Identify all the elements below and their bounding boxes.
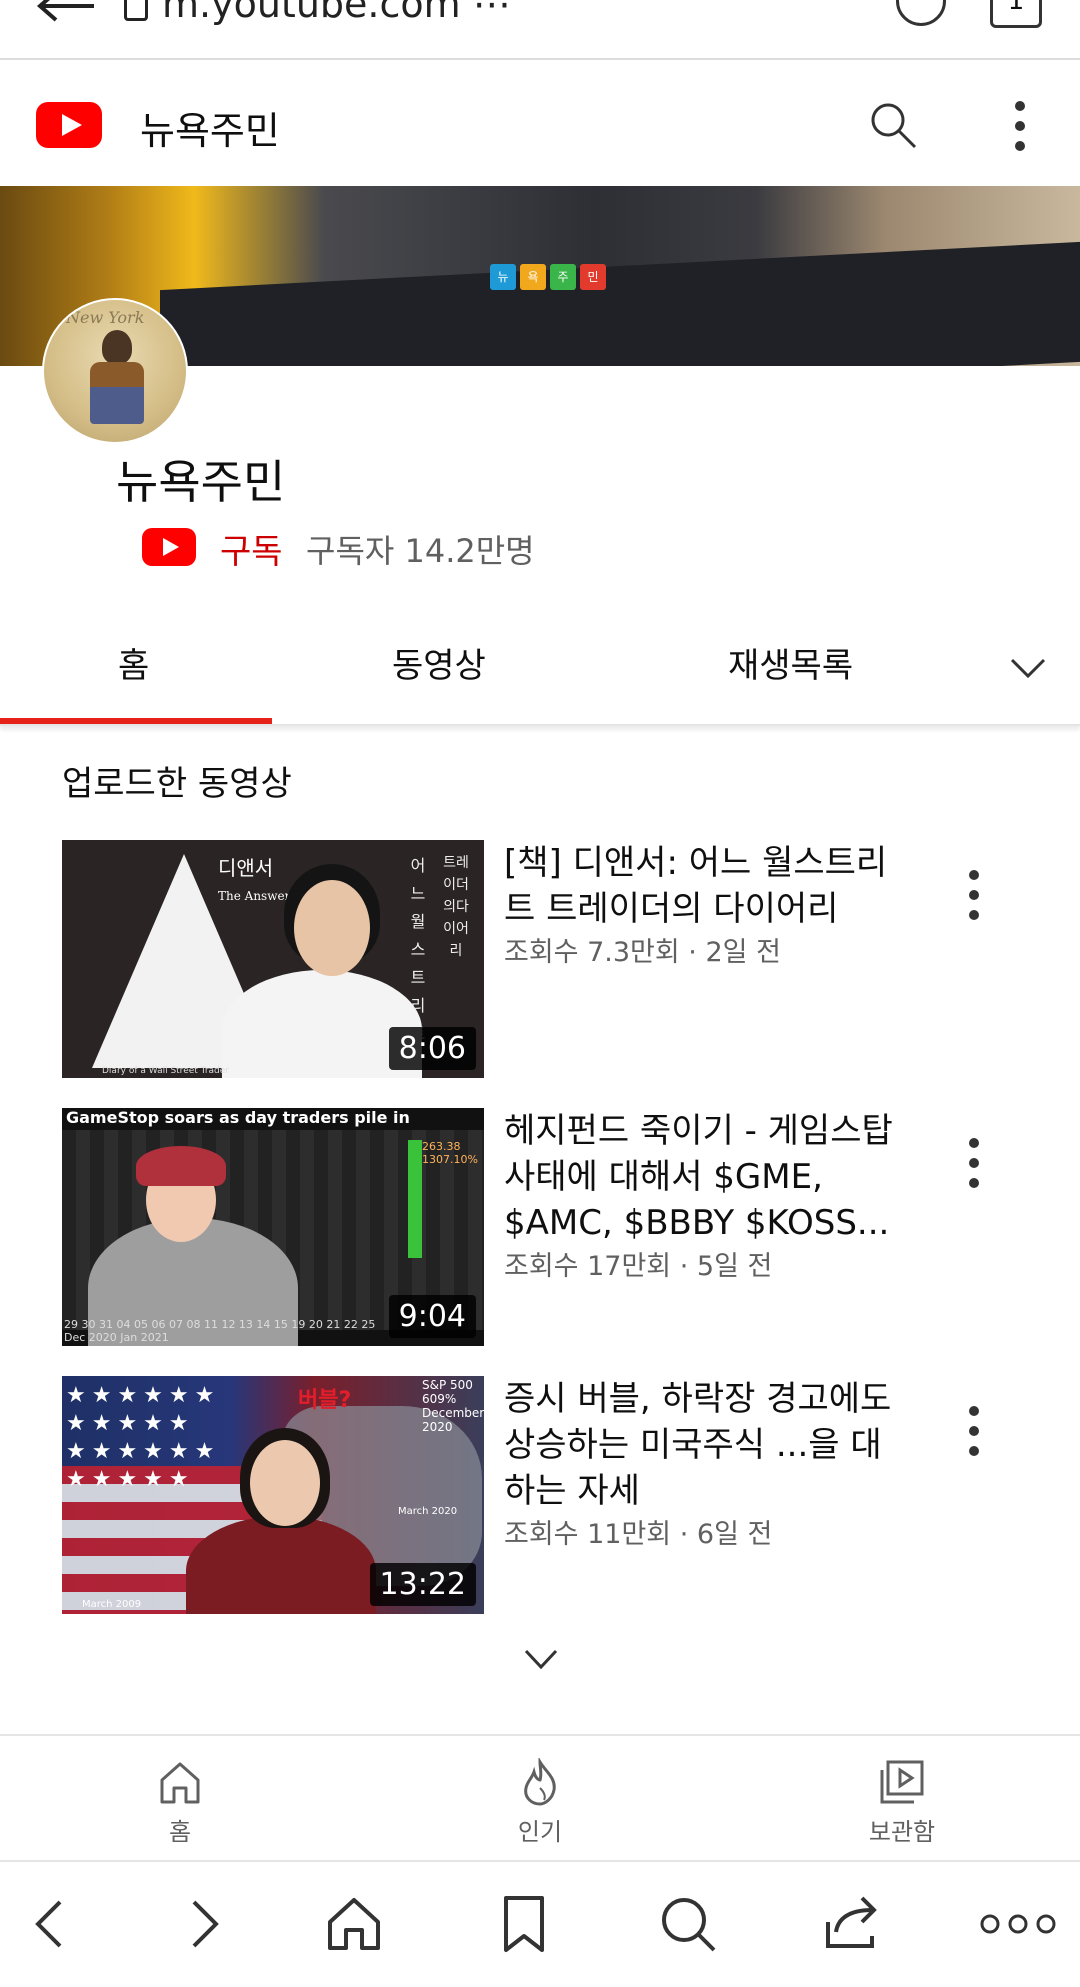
dot [969, 1406, 979, 1416]
more-icon[interactable] [976, 1892, 1060, 1956]
video-thumbnail[interactable]: GameStop soars as day traders pile in 26… [62, 1108, 484, 1346]
nav-label: 인기 [517, 1818, 563, 1846]
avatar-text: New York [66, 308, 145, 327]
thumbnail-person-face [294, 880, 370, 976]
video-item[interactable]: 디앤서 The Answer 어느월스트리트 트레이더의다이어리 Diary of… [62, 840, 1042, 1078]
youtube-bottom-nav: 홈 인기 보관함 [0, 1734, 1080, 1860]
video-title[interactable]: 헤지펀드 죽이기 - 게임스탑 사태에 대해서 $GME, $AMC, $BBB… [504, 1108, 904, 1246]
thumbnail-flag-stars: ★★★★★★ ★★★★★ ★★★★★★ ★★★★★ [66, 1383, 221, 1492]
banner-badge: 뉴 [490, 264, 516, 290]
thumbnail-chart-bar [408, 1140, 422, 1258]
browser-url-bar: m.youtube.com ⋯ 1 [0, 0, 1080, 60]
banner-keyboard-image [160, 241, 1080, 366]
dot [969, 1178, 979, 1188]
avatar-illustration-body [90, 362, 144, 424]
more-options-icon[interactable] [1002, 98, 1038, 154]
tab-home[interactable]: 홈 [118, 638, 149, 687]
section-title: 업로드한 동영상 [62, 764, 292, 804]
thumbnail-rate: 263.38 1307.10% [422, 1140, 478, 1166]
search-icon[interactable] [656, 1892, 720, 1956]
flame-icon [524, 1758, 556, 1806]
video-item[interactable]: GameStop soars as day traders pile in 26… [62, 1108, 1042, 1346]
channel-name: 뉴욕주민 [116, 455, 286, 509]
share-icon[interactable] [820, 1892, 884, 1956]
url-field[interactable]: m.youtube.com ⋯ [124, 0, 511, 26]
search-icon[interactable] [868, 100, 918, 150]
video-meta: 조회수 17만회 · 5일 전 [504, 1251, 773, 1282]
thumbnail-footer: Diary of a Wall Street Trader [102, 1066, 229, 1076]
video-more-icon[interactable] [954, 868, 994, 924]
thumbnail-march2009: March 2009 [82, 1599, 142, 1610]
dot [969, 870, 979, 880]
thumbnail-headline: GameStop soars as day traders pile in [66, 1108, 410, 1127]
dot [969, 910, 979, 920]
url-text: m.youtube.com ⋯ [162, 0, 511, 26]
forward-icon[interactable] [170, 1892, 234, 1956]
tab-videos[interactable]: 동영상 [392, 638, 486, 687]
youtube-subscribe-icon[interactable] [142, 528, 196, 566]
dot [969, 1138, 979, 1148]
thumbnail-title: 디앤서 The Answer [218, 852, 290, 905]
thumbnail-sp-label: S&P 500 609% December 2020 [422, 1378, 484, 1434]
subscriber-count: 구독자 14.2만명 [306, 532, 535, 570]
thumbnail-bubble-text: 버블? [298, 1388, 352, 1413]
tab-count: 1 [1007, 0, 1025, 16]
thumbnail-title-en: The Answer [218, 889, 291, 903]
thumbnail-axis-months: Dec 2020 Jan 2021 [64, 1331, 169, 1344]
chevron-down-icon[interactable] [1010, 656, 1046, 680]
tab-switcher-button[interactable]: 1 [990, 0, 1042, 28]
browser-toolbar [0, 1860, 1080, 1987]
dot [969, 1158, 979, 1168]
video-duration: 9:04 [388, 1295, 476, 1338]
banner-badge: 민 [580, 264, 606, 290]
video-meta: 조회수 11만회 · 6일 전 [504, 1519, 773, 1550]
banner-badge: 주 [550, 264, 576, 290]
home-icon [160, 1762, 200, 1804]
thumbnail-vertical-text: 어느월스트리트 [410, 856, 426, 1043]
youtube-header: 뉴욕주민 [0, 60, 1080, 186]
video-duration: 13:22 [369, 1563, 476, 1606]
thumbnail-axis-days: 29 30 31 04 05 06 07 08 11 12 13 14 15 1… [64, 1318, 376, 1331]
tab-playlists[interactable]: 재생목록 [728, 638, 853, 687]
thumbnail-vertical-text: 트레이더의다이어리 [443, 855, 469, 959]
dot [969, 890, 979, 900]
thumbnail-axis: 29 30 31 04 05 06 07 08 11 12 13 14 15 1… [64, 1318, 375, 1344]
active-tab-indicator [0, 718, 272, 724]
site-info-icon[interactable] [124, 0, 148, 21]
video-thumbnail[interactable]: ★★★★★★ ★★★★★ ★★★★★★ ★★★★★ 버블? S&P 500 609% … [62, 1376, 484, 1614]
home-icon[interactable] [322, 1892, 386, 1956]
thumbnail-title-ko: 디앤서 [218, 856, 274, 880]
thumbnail-person-face [250, 1440, 320, 1526]
dot [969, 1426, 979, 1436]
video-meta: 조회수 7.3만회 · 2일 전 [504, 937, 781, 968]
channel-avatar[interactable]: New York [42, 298, 188, 444]
nav-library[interactable]: 보관함 [812, 1758, 992, 1847]
bookmark-icon[interactable] [492, 1892, 556, 1956]
expand-more-icon[interactable] [524, 1648, 558, 1670]
youtube-logo-icon[interactable] [36, 102, 102, 148]
video-more-icon[interactable] [954, 1404, 994, 1460]
video-title[interactable]: [책] 디앤서: 어느 월스트리트 트레이더의 다이어리 [504, 840, 904, 932]
video-item[interactable]: ★★★★★★ ★★★★★ ★★★★★★ ★★★★★ 버블? S&P 500 609% … [62, 1376, 1042, 1614]
nav-label: 홈 [168, 1818, 192, 1846]
library-icon [880, 1760, 924, 1804]
reload-icon[interactable] [896, 0, 946, 26]
video-thumbnail[interactable]: 디앤서 The Answer 어느월스트리트 트레이더의다이어리 Diary of… [62, 840, 484, 1078]
video-title[interactable]: 증시 버블, 하락장 경고에도 상승하는 미국주식 ...을 대하는 자세 [504, 1376, 904, 1514]
avatar-illustration [102, 330, 132, 364]
banner-badge: 욕 [520, 264, 546, 290]
back-icon[interactable] [20, 1892, 84, 1956]
video-duration: 8:06 [388, 1027, 476, 1070]
nav-trending[interactable]: 인기 [450, 1758, 630, 1847]
nav-label: 보관함 [868, 1818, 936, 1846]
browser-back-arrow-icon[interactable] [36, 0, 96, 32]
dot [969, 1446, 979, 1456]
nav-home[interactable]: 홈 [90, 1758, 270, 1847]
channel-tabs: 홈 동영상 재생목록 [0, 614, 1080, 726]
header-channel-title: 뉴욕주민 [140, 109, 280, 153]
video-more-icon[interactable] [954, 1136, 994, 1192]
thumbnail-march2020: March 2020 [398, 1506, 458, 1517]
subscribe-button[interactable]: 구독 [220, 524, 283, 573]
thumbnail-person-cap [136, 1146, 226, 1186]
